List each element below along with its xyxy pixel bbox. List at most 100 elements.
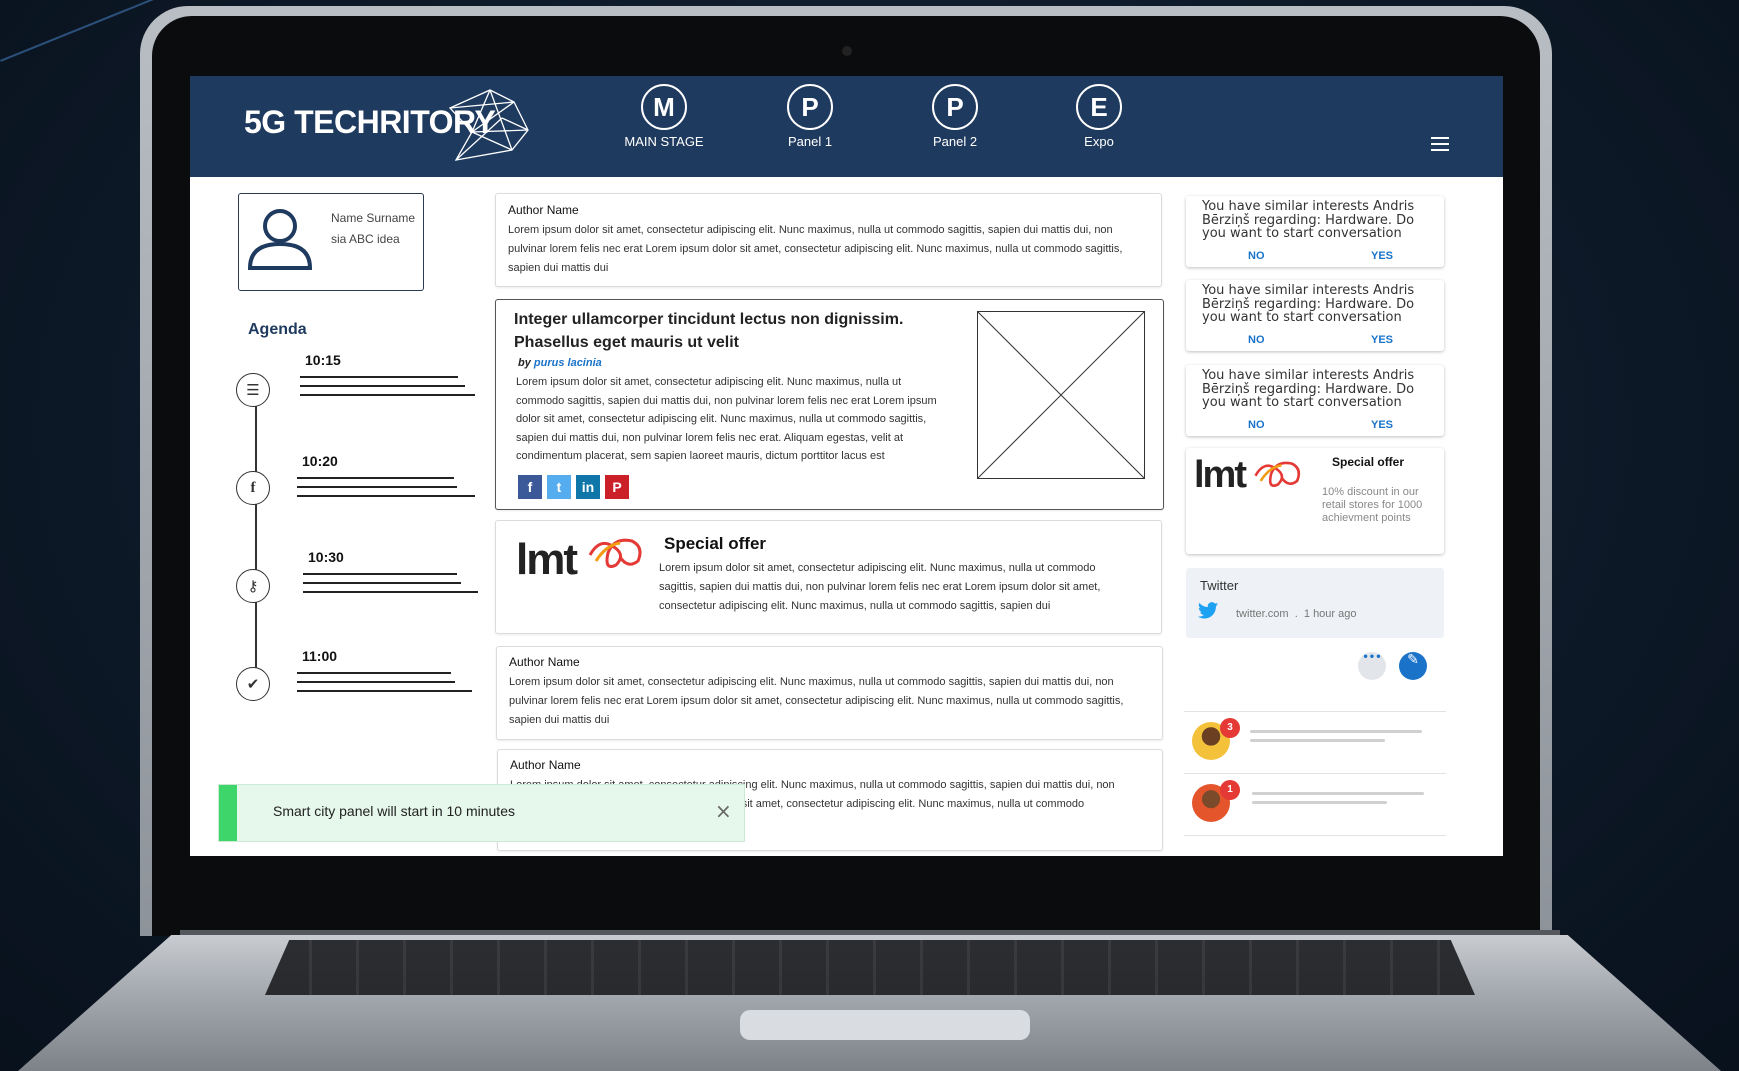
article-text: Lorem ipsum dolor sit amet, consectetur … [516, 376, 937, 462]
check-icon[interactable]: ✔ [236, 667, 270, 701]
notification-toast: Smart city panel will start in 10 minute… [218, 784, 745, 842]
unread-badge: 1 [1220, 780, 1240, 800]
chat-row[interactable]: 1 [1184, 773, 1446, 834]
nav-panel-1-icon: P [787, 84, 833, 130]
nav-panel-1-label: Panel 1 [787, 134, 833, 149]
network-logo-icon [448, 89, 529, 161]
timeline-line [255, 386, 257, 686]
nav-panel-2-icon: P [932, 84, 978, 130]
offer-card[interactable]: lmt Special offer Lorem ipsum dolor sit … [495, 520, 1162, 634]
suggestion-text: You have similar interests Andris Bērziņ… [1202, 283, 1415, 325]
post-text: Lorem ipsum dolor sit amet, consectetur … [509, 676, 1124, 726]
byline-prefix: by [518, 357, 531, 369]
nav-expo-label: Expo [1084, 134, 1114, 149]
offer-title: Special offer [664, 534, 767, 553]
chat-preview-line [1252, 792, 1424, 795]
profile-company: sia ABC idea [331, 232, 400, 246]
nav-expo-icon: E [1076, 84, 1122, 130]
twitter-title: Twitter [1200, 578, 1239, 593]
twitter-icon[interactable]: t [547, 475, 571, 499]
lmt-logo: lmt [516, 535, 578, 584]
no-button[interactable]: NO [1248, 419, 1265, 431]
share-bar: f t in P [518, 475, 634, 499]
chat-preview-line [1252, 801, 1387, 804]
agenda-title: Agenda [248, 321, 307, 338]
yes-button[interactable]: YES [1371, 334, 1393, 346]
lmt-logo: lmt [1194, 454, 1247, 496]
twitter-source[interactable]: twitter.com [1236, 608, 1289, 620]
suggestion-card: You have similar interests Andris Bērziņ… [1186, 365, 1444, 436]
twitter-widget[interactable]: Twitter twitter.com . 1 hour ago [1186, 568, 1444, 638]
close-icon[interactable]: × [715, 799, 732, 823]
header: 5G TECHRITORY M MAIN STAGE P Panel 1 P P… [190, 76, 1503, 177]
author-name[interactable]: Author Name [508, 203, 579, 217]
agenda-item-lines[interactable] [300, 376, 475, 403]
nav-main-stage-icon: M [641, 84, 687, 130]
chat-preview-line [1250, 739, 1385, 742]
suggestion-card: You have similar interests Andris Bērziņ… [1186, 196, 1444, 267]
linkedin-icon[interactable]: in [576, 475, 600, 499]
agenda-item-lines[interactable] [303, 573, 478, 600]
camera [842, 46, 852, 56]
facebook-icon[interactable]: f [518, 475, 542, 499]
list-icon[interactable]: ☰ [236, 373, 270, 407]
twitter-meta: twitter.com . 1 hour ago [1236, 608, 1357, 620]
more-options-button[interactable]: ••• [1358, 652, 1386, 680]
author-name[interactable]: Author Name [510, 758, 581, 772]
lmt-swirl-icon [588, 538, 642, 568]
author-name[interactable]: Author Name [509, 655, 580, 669]
article-byline: by purus lacinia [518, 357, 602, 369]
profile-name: Name Surname [331, 211, 416, 225]
featured-article[interactable]: Integer ullamcorper tincidunt lectus non… [495, 299, 1164, 510]
suggestion-card: You have similar interests Andris Bērziņ… [1186, 280, 1444, 351]
trackpad [740, 1010, 1030, 1040]
no-button[interactable]: NO [1248, 250, 1265, 262]
suggestion-text: You have similar interests Andris Bērziņ… [1202, 199, 1415, 241]
toast-accent [219, 785, 237, 841]
edit-icon[interactable]: ✎ [1399, 652, 1427, 680]
offer-text: Lorem ipsum dolor sit amet, consectetur … [659, 562, 1101, 612]
nav-panel-2[interactable]: P Panel 2 [900, 84, 1010, 149]
facebook-icon[interactable]: f [236, 471, 270, 505]
unread-badge: 3 [1220, 718, 1240, 738]
agenda-time: 10:30 [308, 549, 344, 565]
profile-card[interactable]: Name Surname sia ABC idea [238, 193, 424, 291]
nav-panel-2-label: Panel 2 [932, 134, 978, 149]
app-screen: 5G TECHRITORY M MAIN STAGE P Panel 1 P P… [190, 76, 1503, 856]
pinterest-icon[interactable]: P [605, 475, 629, 499]
yes-button[interactable]: YES [1371, 250, 1393, 262]
side-offer-title: Special offer [1332, 455, 1405, 469]
divider [1184, 835, 1446, 836]
nav-main-stage[interactable]: M MAIN STAGE [609, 84, 719, 149]
agenda-time: 10:15 [305, 352, 341, 368]
agenda-time: 10:20 [302, 453, 338, 469]
side-offer-text: 10% discount in our retail stores for 10… [1322, 486, 1423, 524]
post-card[interactable]: Author Name Lorem ipsum dolor sit amet, … [496, 646, 1163, 740]
post-text: Lorem ipsum dolor sit amet, consectetur … [508, 224, 1123, 274]
chat-row[interactable]: 3 [1184, 711, 1446, 772]
agenda-time: 11:00 [302, 648, 338, 664]
lmt-swirl-icon [1254, 461, 1301, 487]
twitter-separator: . [1294, 608, 1298, 620]
agenda-item-lines[interactable] [297, 672, 472, 699]
image-placeholder [977, 311, 1145, 479]
nav-main-stage-label: MAIN STAGE [624, 134, 704, 149]
yes-button[interactable]: YES [1371, 419, 1393, 431]
no-button[interactable]: NO [1248, 334, 1265, 346]
suggestion-text: You have similar interests Andris Bērziņ… [1202, 368, 1415, 410]
article-title[interactable]: Integer ullamcorper tincidunt lectus non… [514, 308, 914, 354]
article-author-link[interactable]: purus lacinia [534, 357, 602, 369]
chat-preview-line [1250, 730, 1422, 733]
post-card[interactable]: Author Name Lorem ipsum dolor sit amet, … [495, 193, 1162, 287]
nav-expo[interactable]: E Expo [1044, 84, 1154, 149]
twitter-time: 1 hour ago [1303, 608, 1357, 620]
twitter-icon [1198, 602, 1218, 619]
user-icon [247, 209, 313, 270]
hamburger-icon[interactable] [1431, 137, 1449, 155]
keyboard [265, 940, 1475, 995]
agenda-item-lines[interactable] [297, 477, 475, 504]
toast-message: Smart city panel will start in 10 minute… [273, 803, 515, 819]
nav-panel-1[interactable]: P Panel 1 [755, 84, 865, 149]
side-offer-card[interactable]: lmt Special offer 10% discount in our re… [1186, 448, 1444, 554]
key-icon[interactable]: ⚷ [236, 569, 270, 603]
